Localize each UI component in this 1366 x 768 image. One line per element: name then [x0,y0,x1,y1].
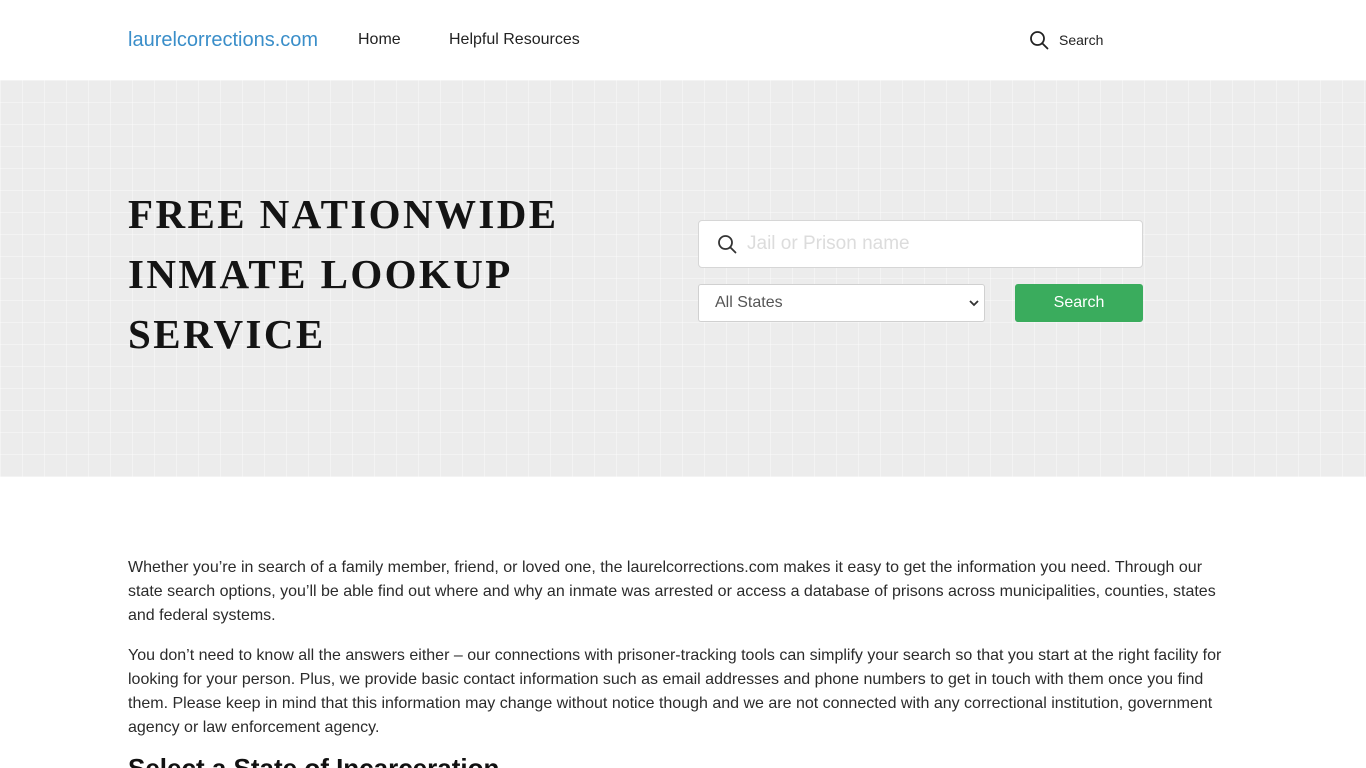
hero-title-line-1: FREE NATIONWIDE [128,191,559,237]
site-header: laurelcorrections.com Home Helpful Resou… [0,0,1366,80]
state-select[interactable]: All States [698,284,985,322]
hero-title-line-3: SERVICE [128,311,326,357]
facility-search-box [698,220,1143,268]
hero-title: FREE NATIONWIDE INMATE LOOKUP SERVICE [128,184,648,364]
section-heading: Select a State of Incarceration [128,753,500,768]
intro-paragraph-2: You don’t need to know all the answers e… [128,647,1222,736]
hero-section: FREE NATIONWIDE INMATE LOOKUP SERVICE Al… [0,80,1366,477]
intro-content: Whether you’re in search of a family mem… [128,556,1228,756]
search-button[interactable]: Search [1015,284,1143,322]
search-icon [718,235,737,254]
nav-helpful-resources-link[interactable]: Helpful Resources [449,30,580,50]
nav-home-link[interactable]: Home [358,30,401,50]
site-logo-link[interactable]: laurelcorrections.com [128,28,318,52]
header-search-button[interactable]: Search [1029,29,1103,51]
search-icon [1030,31,1049,50]
intro-paragraph-1: Whether you’re in search of a family mem… [128,559,1216,624]
facility-search-input[interactable] [747,233,1127,255]
hero-title-line-2: INMATE LOOKUP [128,251,513,297]
chevron-down-icon [969,300,979,307]
header-search-label: Search [1059,32,1104,48]
state-select-value: All States [715,294,783,311]
